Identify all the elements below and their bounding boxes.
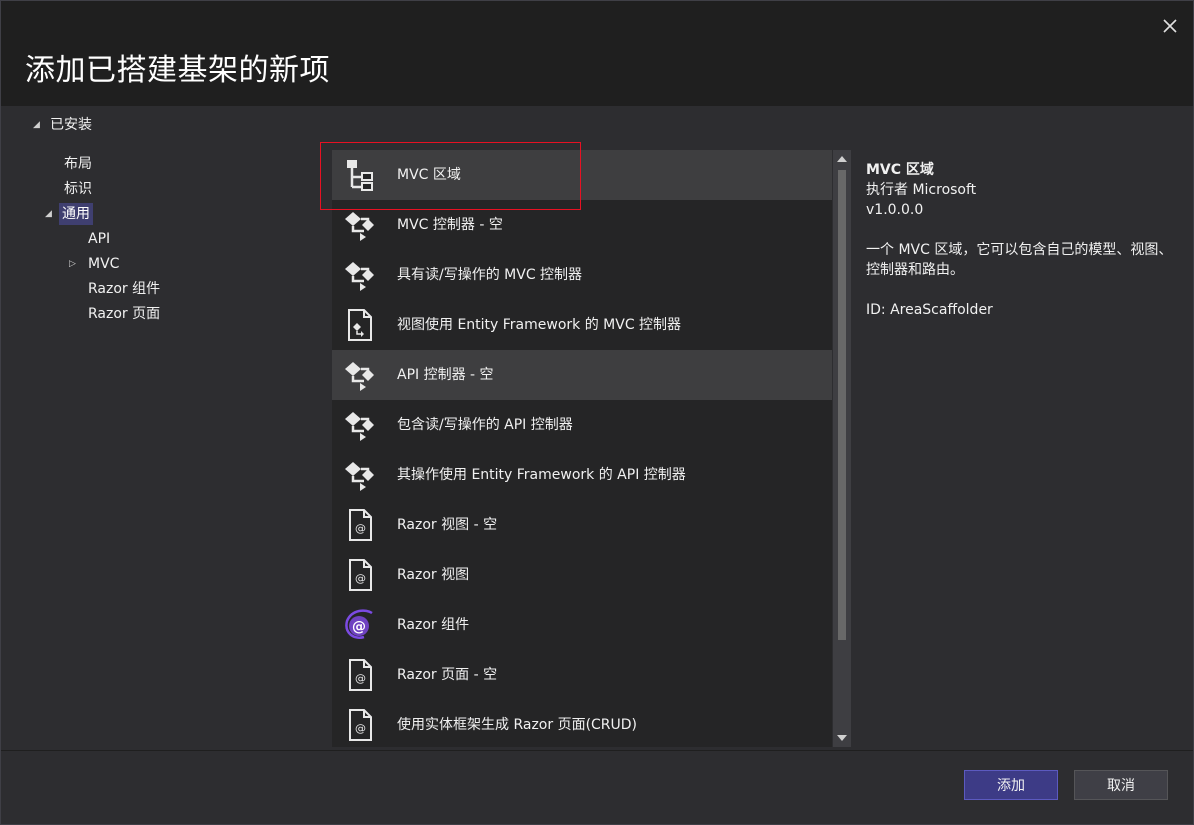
template-item[interactable]: 其操作使用 Entity Framework 的 API 控制器	[332, 450, 832, 500]
tree-item-razor-component[interactable]: Razor 组件	[85, 278, 163, 300]
details-name: MVC 区域	[866, 162, 934, 178]
template-item[interactable]: @ Razor 视图 - 空	[332, 500, 832, 550]
scroll-up-button[interactable]	[833, 150, 851, 168]
tree-item-razor-pages[interactable]: Razor 页面	[85, 303, 163, 325]
file-controller-icon	[342, 307, 378, 343]
controller-icon	[342, 457, 378, 493]
template-item[interactable]: MVC 区域	[332, 150, 832, 200]
template-item[interactable]: 具有读/写操作的 MVC 控制器	[332, 250, 832, 300]
tree-item-common[interactable]: ◢ 通用	[45, 203, 93, 225]
blazor-icon: @	[342, 607, 378, 643]
collapsed-triangle-icon: ▷	[69, 259, 76, 269]
template-item[interactable]: @ 使用实体框架生成 Razor 页面(CRUD)	[332, 700, 832, 747]
template-item[interactable]: @ Razor 视图	[332, 550, 832, 600]
razor-file-icon: @	[342, 657, 378, 693]
template-item[interactable]: 视图使用 Entity Framework 的 MVC 控制器	[332, 300, 832, 350]
category-tree: ◢ 已安装 布局 标识 ◢ 通用 API ▷ MVC Razor 组件 Razor 页…	[1, 106, 331, 750]
template-item-label: MVC 控制器 - 空	[397, 217, 503, 233]
dialog-title: 添加已搭建基架的新项	[25, 53, 330, 88]
details-author: 执行者 Microsoft	[866, 182, 977, 198]
template-item-label: 使用实体框架生成 Razor 页面(CRUD)	[397, 717, 638, 733]
controller-icon	[342, 207, 378, 243]
svg-text:@: @	[355, 522, 366, 535]
details-description: 一个 MVC 区域，它可以包含自己的模型、视图、控制器和路由。	[866, 242, 1173, 278]
razor-file-icon: @	[342, 707, 378, 743]
template-item-label: Razor 视图 - 空	[397, 517, 498, 533]
template-item[interactable]: MVC 控制器 - 空	[332, 200, 832, 250]
template-item[interactable]: 包含读/写操作的 API 控制器	[332, 400, 832, 450]
template-item-label: Razor 视图	[397, 567, 470, 583]
expanded-triangle-icon: ◢	[33, 120, 40, 130]
tree-item-mvc[interactable]: ▷ MVC	[69, 253, 122, 275]
svg-text:@: @	[355, 722, 366, 735]
scroll-down-button[interactable]	[833, 729, 851, 747]
template-item-label: MVC 区域	[397, 167, 461, 183]
controller-icon	[342, 257, 378, 293]
add-button[interactable]: 添加	[964, 770, 1058, 800]
close-icon	[1163, 19, 1177, 33]
template-item-label: API 控制器 - 空	[397, 367, 494, 383]
template-item[interactable]: API 控制器 - 空	[332, 350, 832, 400]
controller-icon	[342, 357, 378, 393]
cancel-button[interactable]: 取消	[1074, 770, 1168, 800]
controller-icon	[342, 407, 378, 443]
arrow-up-icon	[837, 156, 847, 162]
template-item-label: 视图使用 Entity Framework 的 MVC 控制器	[397, 317, 682, 333]
template-item-label: 其操作使用 Entity Framework 的 API 控制器	[397, 467, 686, 483]
arrow-down-icon	[837, 735, 847, 741]
details-version: v1.0.0.0	[866, 202, 924, 218]
svg-text:@: @	[355, 672, 366, 685]
svg-text:@: @	[352, 619, 366, 635]
template-item-label: 包含读/写操作的 API 控制器	[397, 417, 573, 433]
dialog-footer: 添加 取消	[1, 750, 1193, 824]
title-bar: 添加已搭建基架的新项	[1, 1, 1193, 107]
template-list: MVC 区域 MVC 控制器 - 空具有读/写操作的 MVC 控制器视图使用 En…	[332, 150, 832, 747]
details-panel: MVC 区域 执行者 Microsoft v1.0.0.0 一个 MVC 区域，…	[866, 160, 1176, 320]
expanded-triangle-icon: ◢	[45, 209, 52, 219]
tree-item-installed[interactable]: ◢ 已安装	[33, 114, 95, 136]
details-id: ID: AreaScaffolder	[866, 302, 993, 318]
close-button[interactable]	[1157, 13, 1183, 39]
razor-file-icon: @	[342, 557, 378, 593]
template-item-label: Razor 页面 - 空	[397, 667, 498, 683]
list-scrollbar[interactable]	[833, 150, 851, 747]
scroll-thumb[interactable]	[838, 170, 846, 640]
template-item-label: 具有读/写操作的 MVC 控制器	[397, 267, 583, 283]
area-hierarchy-icon	[342, 157, 378, 193]
template-item[interactable]: @ Razor 组件	[332, 600, 832, 650]
template-item[interactable]: @ Razor 页面 - 空	[332, 650, 832, 700]
tree-item-identity[interactable]: 标识	[61, 178, 95, 200]
tree-item-api[interactable]: API	[85, 228, 113, 250]
tree-item-layout[interactable]: 布局	[61, 153, 95, 175]
razor-file-icon: @	[342, 507, 378, 543]
template-item-label: Razor 组件	[397, 617, 470, 633]
svg-text:@: @	[355, 572, 366, 585]
